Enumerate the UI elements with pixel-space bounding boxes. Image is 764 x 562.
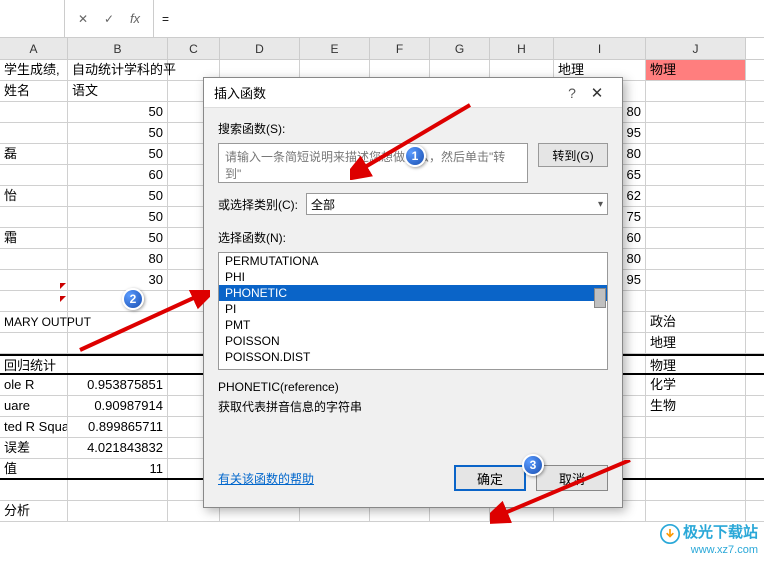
function-item[interactable]: POISSON [219,333,607,349]
cell[interactable]: 11 [68,459,168,478]
select-function-label: 选择函数(N): [218,229,608,246]
cell[interactable]: 回归统计 [0,356,68,373]
col-header[interactable]: I [554,38,646,59]
cell[interactable]: 30 [68,270,168,290]
col-header[interactable]: G [430,38,490,59]
col-header[interactable]: J [646,38,746,59]
cell[interactable]: 生物 [646,396,746,416]
cell[interactable]: 物理 [646,356,746,373]
function-list[interactable]: PERMUTATIONA PHI PHONETIC PI PMT POISSON… [218,252,608,370]
col-header[interactable]: E [300,38,370,59]
cell[interactable]: 化学 [646,375,746,395]
cell[interactable]: 0.90987914 [68,396,168,416]
commit-icon[interactable]: ✓ [101,11,117,27]
col-header[interactable]: B [68,38,168,59]
function-item[interactable]: PMT [219,317,607,333]
cell[interactable]: 自动统计学科的平 [68,60,168,80]
annotation-badge-3: 3 [522,454,544,476]
cell[interactable]: 语文 [68,81,168,101]
cell[interactable]: 0.899865711 [68,417,168,437]
col-header[interactable]: C [168,38,220,59]
column-headers: A B C D E F G H I J [0,38,764,60]
help-icon[interactable]: ? [562,85,582,101]
cell[interactable]: 怡 [0,186,68,206]
cell[interactable]: 50 [68,123,168,143]
watermark-text: 极光下载站 [683,524,758,541]
comment-indicator-icon [60,283,66,289]
download-icon [660,524,680,544]
col-header[interactable]: H [490,38,554,59]
comment-indicator-icon [60,296,66,302]
function-description: 获取代表拼音信息的字符串 [218,398,608,415]
function-item[interactable]: PERMUTATIONA [219,253,607,269]
category-select[interactable]: 全部 ▾ [306,193,608,215]
cell[interactable]: 姓名 [0,81,68,101]
cell[interactable]: 50 [68,207,168,227]
cell[interactable] [0,165,68,185]
category-label: 或选择类别(C): [218,196,298,213]
category-value: 全部 [311,196,335,213]
annotation-badge-1: 1 [404,145,426,167]
chevron-down-icon: ▾ [598,199,603,210]
cell[interactable]: MARY OUTPUT [0,312,68,332]
function-item[interactable]: PHI [219,269,607,285]
watermark-url: www.xz7.com [660,544,758,556]
function-signature: PHONETIC(reference) [218,380,608,394]
formula-bar: ✕ ✓ fx = [0,0,764,38]
col-header[interactable]: F [370,38,430,59]
help-link[interactable]: 有关该函数的帮助 [218,470,314,487]
scrollbar-thumb[interactable] [594,288,606,308]
cell[interactable]: 物理 [646,60,746,80]
cell[interactable]: 地理 [646,333,746,353]
annotation-badge-2: 2 [122,288,144,310]
cell[interactable]: 值 [0,459,68,478]
col-header[interactable]: D [220,38,300,59]
cell[interactable]: 政治 [646,312,746,332]
cell[interactable] [0,249,68,269]
cell[interactable]: 80 [68,249,168,269]
cancel-icon[interactable]: ✕ [75,11,91,27]
function-item[interactable]: PI [219,301,607,317]
annotation-arrow-icon [350,100,480,180]
col-header[interactable]: A [0,38,68,59]
function-item[interactable]: POISSON.DIST [219,349,607,365]
cell[interactable]: 50 [68,102,168,122]
cell[interactable] [0,123,68,143]
cell[interactable]: 50 [68,144,168,164]
cell[interactable]: ole R [0,375,68,395]
cell[interactable] [646,81,746,101]
cell[interactable]: 分析 [0,501,68,521]
annotation-arrow-icon [490,460,640,530]
cell[interactable]: 误差 [0,438,68,458]
cell[interactable]: 霜 [0,228,68,248]
watermark: 极光下载站 www.xz7.com [660,521,758,556]
cell[interactable]: 60 [68,165,168,185]
cell[interactable]: 4.021843832 [68,438,168,458]
cell[interactable] [0,270,68,290]
cell[interactable] [0,207,68,227]
fx-icon[interactable]: fx [127,11,143,27]
function-item-selected[interactable]: PHONETIC [219,285,607,301]
cell[interactable]: 50 [68,228,168,248]
cell[interactable]: 0.953875851 [68,375,168,395]
cell[interactable]: 50 [68,186,168,206]
close-icon[interactable]: ✕ [582,84,612,102]
cell[interactable]: 学生成绩, [0,60,68,80]
cell[interactable]: uare [0,396,68,416]
cell[interactable]: 磊 [0,144,68,164]
name-box[interactable] [0,0,65,37]
goto-button[interactable]: 转到(G) [538,143,608,167]
formula-input[interactable]: = [154,0,764,37]
cell[interactable]: ted R Square [0,417,68,437]
cell[interactable] [0,102,68,122]
